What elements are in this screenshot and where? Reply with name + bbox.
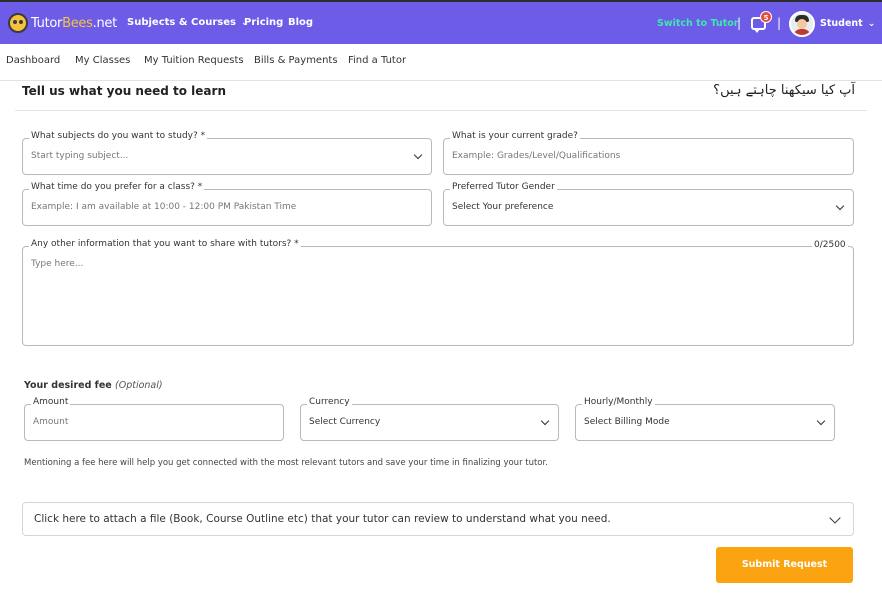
- form-title: Tell us what you need to learn: [22, 84, 226, 98]
- billing-mode-select[interactable]: Hourly/Monthly Select Billing Mode: [575, 397, 835, 441]
- subnav-find-a-tutor[interactable]: Find a Tutor: [348, 55, 406, 66]
- grade-placeholder: Example: Grades/Level/Qualifications: [452, 151, 621, 161]
- additional-info-textarea[interactable]: Any other information that you want to s…: [22, 239, 854, 346]
- site-logo[interactable]: TutorBees.net: [8, 12, 117, 34]
- logo-text: TutorBees.net: [31, 16, 117, 31]
- desired-fee-heading-text: Your desired fee: [24, 380, 112, 391]
- secondary-nav: Dashboard My Classes My Tuition Requests…: [0, 44, 882, 81]
- currency-label: Currency: [307, 397, 352, 407]
- grade-label: What is your current grade?: [450, 131, 580, 141]
- preferred-time-placeholder: Example: I am available at 10:00 - 12:00…: [31, 202, 297, 212]
- subnav-bills-payments[interactable]: Bills & Payments: [254, 55, 338, 66]
- user-menu[interactable]: Student ⌄: [820, 18, 875, 29]
- subjects-placeholder: Start typing subject...: [31, 151, 129, 161]
- additional-info-label: Any other information that you want to s…: [29, 239, 301, 249]
- preferred-time-label: What time do you prefer for a class? *: [29, 182, 205, 192]
- title-divider: [15, 110, 867, 111]
- logo-text-brand: Bees: [62, 15, 93, 31]
- subnav-my-classes[interactable]: My Classes: [75, 55, 130, 66]
- character-counter: 0/2500: [812, 240, 848, 250]
- chevron-down-icon: [540, 416, 550, 426]
- fee-help-text: Mentioning a fee here will help you get …: [24, 458, 548, 468]
- amount-placeholder: Amount: [33, 417, 69, 427]
- preferred-time-input[interactable]: What time do you prefer for a class? * E…: [22, 182, 432, 226]
- logo-text-suffix: .net: [92, 15, 118, 31]
- nav-subjects-courses[interactable]: Subjects & Courses ⌄: [127, 17, 249, 28]
- bee-logo-icon: [8, 13, 28, 33]
- billing-mode-label: Hourly/Monthly: [582, 397, 655, 407]
- logo-text-prefix: Tutor: [31, 15, 63, 31]
- amount-input[interactable]: Amount Amount: [24, 397, 284, 441]
- messages-count-badge: 5: [760, 11, 772, 23]
- chevron-down-icon: [835, 201, 845, 211]
- tuition-request-form: Tell us what you need to learn آپ کیا سی…: [0, 81, 882, 596]
- nav-separator: |: [777, 16, 782, 30]
- submit-request-button[interactable]: Submit Request: [716, 547, 853, 583]
- chevron-down-icon: [413, 150, 423, 160]
- nav-separator: |: [737, 16, 742, 30]
- tutor-gender-select[interactable]: Preferred Tutor Gender Select Your prefe…: [443, 182, 854, 226]
- attach-file-text: Click here to attach a file (Book, Cours…: [34, 513, 611, 525]
- currency-select[interactable]: Currency Select Currency: [300, 397, 559, 441]
- subjects-select[interactable]: What subjects do you want to study? * St…: [22, 131, 432, 175]
- nav-subjects-label: Subjects & Courses: [127, 17, 236, 28]
- optional-tag: (Optional): [115, 380, 163, 391]
- desired-fee-heading: Your desired fee (Optional): [24, 380, 163, 391]
- user-avatar-icon[interactable]: [789, 11, 815, 37]
- form-title-urdu: آپ کیا سیکھنا چاہتے ہیں؟: [713, 83, 855, 98]
- top-navbar: TutorBees.net Subjects & Courses ⌄ Pricin…: [0, 0, 882, 44]
- currency-value: Select Currency: [309, 417, 381, 427]
- billing-mode-value: Select Billing Mode: [584, 417, 670, 427]
- chevron-down-icon: [816, 416, 826, 426]
- tutor-gender-value: Select Your preference: [452, 202, 554, 212]
- attach-file-accordion[interactable]: Click here to attach a file (Book, Cours…: [22, 502, 854, 536]
- chevron-down-icon: ⌄: [867, 19, 876, 29]
- switch-to-tutor-link[interactable]: Switch to Tutor: [657, 18, 738, 29]
- nav-blog[interactable]: Blog: [288, 17, 313, 28]
- chevron-down-icon: [829, 512, 841, 524]
- subnav-dashboard[interactable]: Dashboard: [6, 55, 60, 66]
- additional-info-placeholder: Type here...: [31, 259, 84, 269]
- grade-input[interactable]: What is your current grade? Example: Gra…: [443, 131, 854, 175]
- subjects-label: What subjects do you want to study? *: [29, 131, 208, 141]
- subnav-my-tuition-requests[interactable]: My Tuition Requests: [144, 55, 244, 66]
- user-menu-label: Student: [820, 18, 863, 29]
- nav-pricing[interactable]: Pricing: [244, 17, 283, 28]
- tutor-gender-label: Preferred Tutor Gender: [450, 182, 557, 192]
- amount-label: Amount: [31, 397, 71, 407]
